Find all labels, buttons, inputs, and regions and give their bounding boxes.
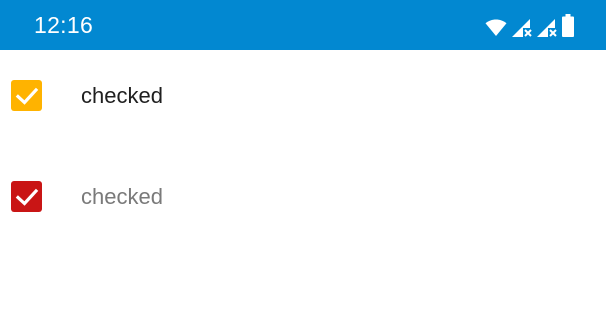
checkbox-enabled-checked[interactable] [11, 80, 42, 111]
checkbox-row-disabled: checked [0, 172, 606, 222]
status-bar: 12:16 [0, 0, 606, 50]
checkbox-label: checked [81, 83, 163, 108]
cell-signal-no-data-icon [512, 17, 532, 37]
wifi-icon [485, 19, 507, 37]
status-bar-clock: 12:16 [34, 12, 94, 38]
checkbox-row-enabled[interactable]: checked [0, 71, 606, 121]
checkbox-label: checked [81, 184, 163, 209]
battery-icon [562, 14, 574, 37]
checkmark-icon [15, 87, 38, 105]
status-bar-icons [485, 13, 574, 37]
cell-signal-no-data-icon [537, 17, 557, 37]
checkmark-icon [15, 188, 38, 206]
checkbox-disabled-checked [11, 181, 42, 212]
